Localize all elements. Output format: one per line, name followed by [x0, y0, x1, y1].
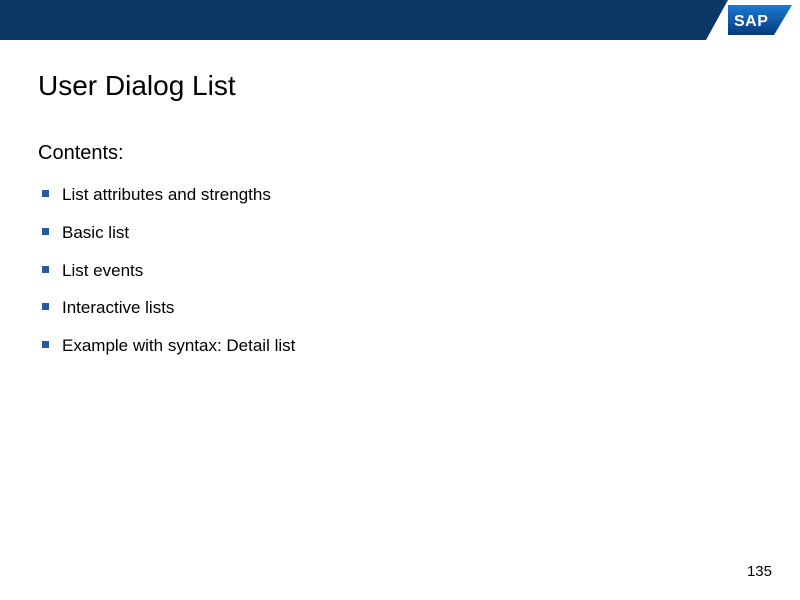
logo-slant-decoration — [706, 0, 728, 40]
list-item: List events — [40, 259, 762, 283]
slide-content: User Dialog List Contents: List attribut… — [0, 40, 800, 358]
logo-box: SAP — [728, 0, 800, 40]
list-item: Basic list — [40, 221, 762, 245]
brand-logo-area: SAP — [706, 0, 800, 40]
list-item: Interactive lists — [40, 296, 762, 320]
page-number: 135 — [747, 563, 772, 580]
list-item: Example with syntax: Detail list — [40, 334, 762, 358]
header-bar: SAP — [0, 0, 800, 40]
slide-title: User Dialog List — [38, 70, 762, 102]
sap-logo-icon: SAP — [728, 5, 792, 35]
contents-list: List attributes and strengths Basic list… — [38, 183, 762, 358]
sap-logo-text: SAP — [734, 13, 768, 30]
list-item: List attributes and strengths — [40, 183, 762, 207]
contents-heading: Contents: — [38, 142, 762, 165]
